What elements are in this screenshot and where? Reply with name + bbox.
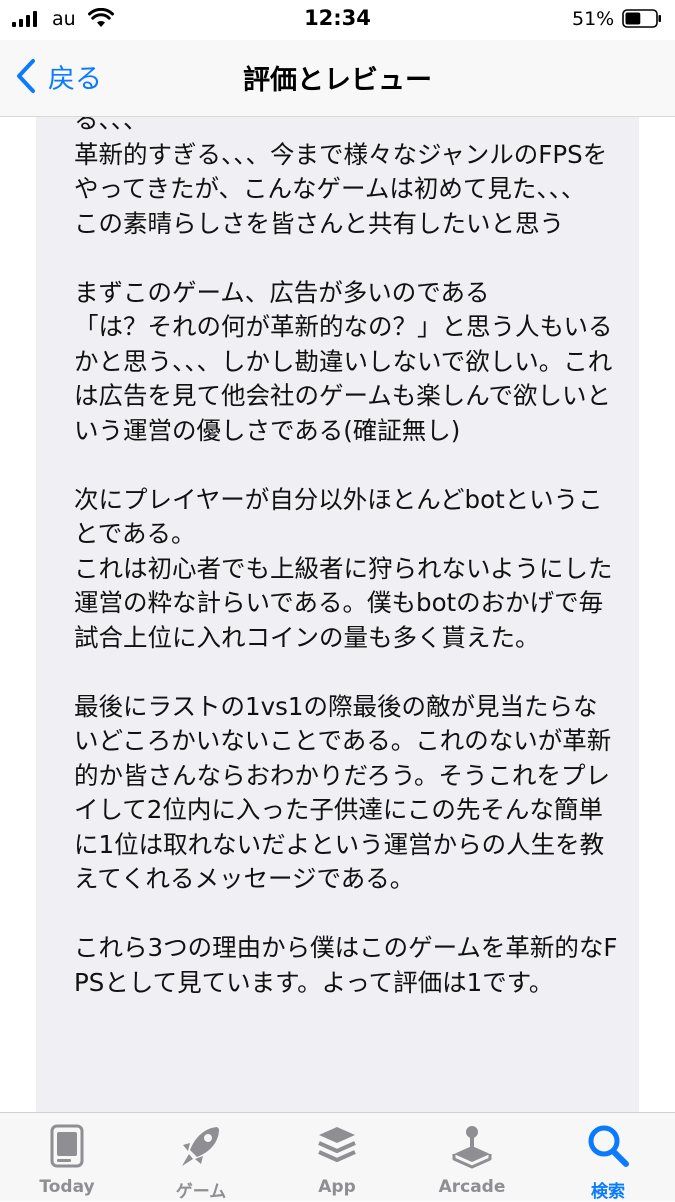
tab-label: App bbox=[318, 1177, 356, 1197]
tab-label: 検索 bbox=[591, 1182, 625, 1202]
tab-today[interactable]: Today bbox=[17, 1123, 117, 1201]
tab-label: ゲーム bbox=[175, 1182, 227, 1202]
tab-search[interactable]: 検索 bbox=[558, 1123, 658, 1202]
battery-percentage: 51% bbox=[572, 8, 615, 30]
battery-icon bbox=[622, 9, 661, 28]
navigation-bar: 戻る 評価とレビュー bbox=[0, 40, 675, 117]
joystick-icon bbox=[452, 1126, 492, 1169]
apps-stack-icon bbox=[318, 1127, 356, 1162]
tab-bar: Today ゲーム App Arcade 検索 bbox=[0, 1112, 675, 1202]
rocket-icon bbox=[182, 1127, 219, 1166]
tab-apps[interactable]: App bbox=[287, 1123, 387, 1201]
page-title: 評価とレビュー bbox=[243, 65, 432, 96]
today-icon bbox=[50, 1124, 84, 1168]
review-text: る、、、 革新的すぎる、、、今まで様々なジャンルのFPSをやってきたが、こんなゲ… bbox=[74, 117, 618, 997]
tab-label: Arcade bbox=[438, 1177, 506, 1197]
search-icon bbox=[588, 1125, 629, 1167]
tab-games[interactable]: ゲーム bbox=[151, 1123, 251, 1202]
status-bar: au 12:34 51% bbox=[0, 0, 675, 40]
tab-arcade[interactable]: Arcade bbox=[422, 1123, 522, 1201]
tab-label: Today bbox=[39, 1177, 95, 1197]
review-card: る、、、 革新的すぎる、、、今まで様々なジャンルのFPSをやってきたが、こんなゲ… bbox=[36, 117, 639, 1112]
review-scroll-area[interactable]: る、、、 革新的すぎる、、、今まで様々なジャンルのFPSをやってきたが、こんなゲ… bbox=[0, 117, 675, 1112]
